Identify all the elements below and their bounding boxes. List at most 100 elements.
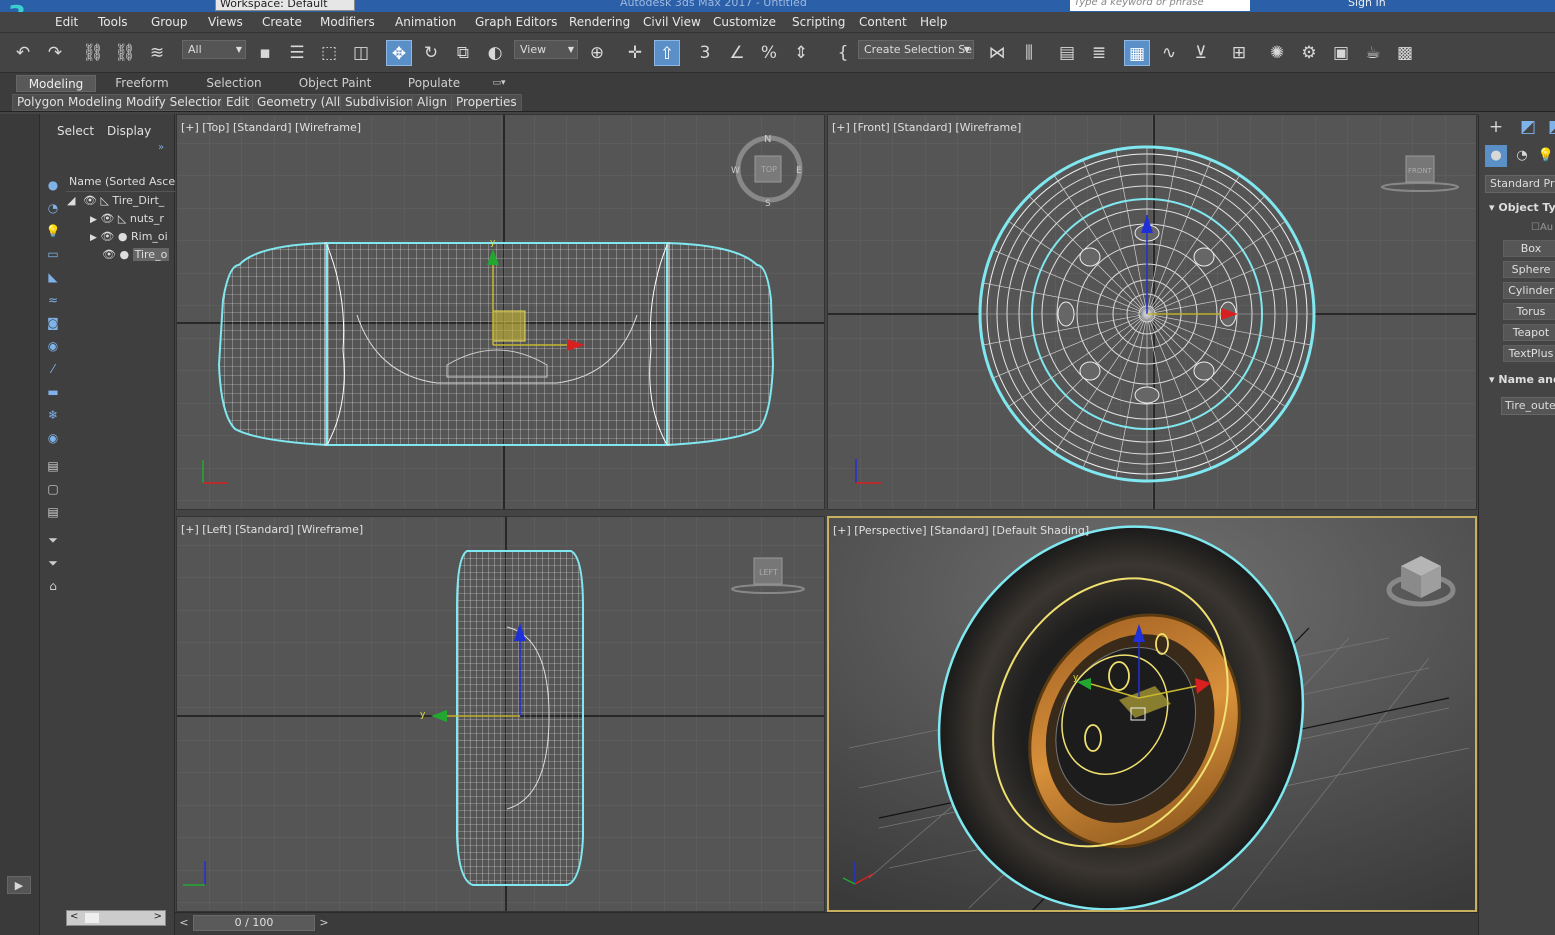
viewport-label-perspective[interactable]: [+] [Perspective] [Standard] [Default Sh… — [833, 524, 1089, 537]
viewport-front[interactable]: [+] [Front] [Standard] [Wireframe] FRONT — [827, 114, 1477, 510]
visibility-eye-icon[interactable]: 👁 — [100, 212, 114, 225]
geometry-category-icon[interactable]: ● — [1485, 145, 1507, 167]
viewport-perspective[interactable]: [+] [Perspective] [Standard] [Default Sh… — [827, 516, 1477, 912]
menu-views[interactable]: Views — [208, 15, 243, 29]
render-setup-icon[interactable]: ⚙ — [1296, 40, 1322, 66]
render-iterative-icon[interactable]: ▩ — [1392, 40, 1418, 66]
rectangular-selection-icon[interactable]: ⬚ — [316, 40, 342, 66]
select-manipulate-icon[interactable]: ✛ — [622, 40, 648, 66]
prev-frame-button[interactable]: < — [177, 915, 191, 931]
select-and-place-icon[interactable]: ◐ — [482, 40, 508, 66]
menu-scripting[interactable]: Scripting — [792, 15, 845, 29]
filter-frozen-icon[interactable]: ❄ — [44, 406, 62, 424]
filter-helpers-icon[interactable]: ◣ — [44, 268, 62, 286]
rollout-name-and-color[interactable]: ▾ Name and — [1489, 373, 1555, 386]
display-all-icon[interactable]: ▤ — [44, 457, 62, 475]
filter-bones-icon[interactable]: ⁄ — [44, 360, 62, 378]
scene-column-header[interactable]: Name (Sorted Ascen — [66, 172, 182, 192]
reference-coordinate-dropdown[interactable]: View ▼ — [514, 40, 578, 59]
next-frame-button[interactable]: > — [317, 915, 331, 931]
undo-icon[interactable]: ↶ — [10, 40, 36, 66]
display-invert-icon[interactable]: ▤ — [44, 503, 62, 521]
tab-selection[interactable]: Selection — [196, 75, 272, 92]
object-name-field[interactable]: Tire_outer — [1501, 397, 1555, 415]
tab-object-paint[interactable]: Object Paint — [292, 75, 378, 92]
expand-toolbar-icon[interactable]: » — [158, 142, 164, 153]
select-by-name-icon[interactable]: ☰ — [284, 40, 310, 66]
named-selection-set-dropdown[interactable]: Create Selection Se ▼ — [858, 40, 974, 59]
render-production-icon[interactable]: ☕ — [1360, 40, 1386, 66]
time-slider[interactable]: 0 / 100 — [193, 915, 315, 931]
filter-cameras-icon[interactable]: ▭ — [44, 245, 62, 263]
panel-subdivision[interactable]: Subdivision — [340, 94, 419, 111]
filter-shapes-icon[interactable]: ◔ — [44, 199, 62, 217]
layer-icon[interactable]: ⌂ — [44, 577, 62, 595]
angle-snap-icon[interactable]: ∠ — [724, 40, 750, 66]
menu-animation[interactable]: Animation — [395, 15, 456, 29]
tree-row-rim[interactable]: ▶ 👁 ● Rim_oi — [90, 230, 175, 243]
bind-space-warp-icon[interactable]: ≋ — [144, 40, 170, 66]
sphere-button[interactable]: Sphere — [1503, 261, 1555, 278]
pivot-center-icon[interactable]: ⊕ — [584, 40, 610, 66]
scroll-right-icon[interactable]: > — [154, 911, 162, 922]
box-button[interactable]: Box — [1503, 240, 1555, 257]
filter-containers-icon[interactable]: ▬ — [44, 383, 62, 401]
filter-geometry-icon[interactable]: ● — [44, 176, 62, 194]
modify-tab-icon[interactable]: ◩ — [1517, 116, 1539, 138]
scene-scrollbar[interactable]: < > — [66, 910, 166, 926]
viewport-top[interactable]: [+] [Top] [Standard] [Wireframe] y TOP N… — [176, 114, 825, 510]
lights-category-icon[interactable]: 💡 — [1535, 145, 1555, 167]
collapse-icon[interactable]: ◢ — [67, 194, 75, 207]
teapot-button[interactable]: Teapot — [1503, 324, 1555, 341]
menu-tools[interactable]: Tools — [98, 15, 128, 29]
visibility-eye-icon[interactable]: 👁 — [100, 230, 114, 243]
torus-button[interactable]: Torus — [1503, 303, 1555, 320]
expand-icon[interactable]: ▶ — [90, 215, 97, 225]
autogrid-checkbox[interactable]: ☐Au — [1531, 222, 1553, 233]
scroll-thumb[interactable] — [85, 913, 99, 923]
menu-graph-editors[interactable]: Graph Editors — [475, 15, 557, 29]
edit-named-selection-icon[interactable]: { — [830, 40, 856, 66]
menu-help[interactable]: Help — [920, 15, 947, 29]
viewport-label-front[interactable]: [+] [Front] [Standard] [Wireframe] — [832, 121, 1021, 134]
menu-create[interactable]: Create — [262, 15, 302, 29]
scene-explorer-toggle-icon[interactable]: ▤ — [1054, 40, 1080, 66]
expand-icon[interactable]: ▶ — [90, 233, 97, 243]
filter-hidden-icon[interactable]: ◉ — [44, 429, 62, 447]
create-tab-icon[interactable]: + — [1485, 116, 1507, 138]
workspace-dropdown[interactable]: Workspace: Default — [215, 0, 355, 11]
viewport-left[interactable]: [+] [Left] [Standard] [Wireframe] y LEFT — [176, 516, 825, 912]
align-icon[interactable]: ⫼ — [1016, 40, 1042, 66]
viewport-label-top[interactable]: [+] [Top] [Standard] [Wireframe] — [181, 121, 361, 134]
dope-sheet-icon[interactable]: ⊻ — [1188, 40, 1214, 66]
hierarchy-tab-icon[interactable]: ◩ — [1545, 116, 1555, 138]
select-and-scale-icon[interactable]: ⧉ — [450, 40, 476, 66]
tab-populate[interactable]: Populate — [398, 75, 470, 92]
panel-polygon-modeling[interactable]: Polygon Modeling — [12, 94, 128, 111]
textplus-button[interactable]: TextPlus — [1503, 345, 1555, 362]
keyboard-shortcut-override-icon[interactable]: ⇧ — [654, 40, 680, 66]
tab-freeform[interactable]: Freeform — [104, 75, 180, 92]
display-none-icon[interactable]: ▢ — [44, 480, 62, 498]
viewport-label-left[interactable]: [+] [Left] [Standard] [Wireframe] — [181, 523, 363, 536]
mirror-icon[interactable]: ⋈ — [984, 40, 1010, 66]
visibility-eye-icon[interactable]: 👁 — [102, 248, 116, 261]
menu-content[interactable]: Content — [859, 15, 907, 29]
unlink-icon[interactable]: ⛓ — [112, 40, 138, 66]
expand-panel-icon[interactable]: ▶ — [7, 876, 31, 894]
menu-edit[interactable]: Edit — [55, 15, 78, 29]
filter-lights-icon[interactable]: 💡 — [44, 222, 62, 240]
curve-editor-icon[interactable]: ∿ — [1156, 40, 1182, 66]
find-icon[interactable]: ⏷ — [44, 531, 62, 549]
shapes-category-icon[interactable]: ◔ — [1511, 145, 1533, 167]
scene-tab-select[interactable]: Select — [57, 124, 94, 138]
ribbon-options-icon[interactable]: ▭▾ — [486, 75, 512, 92]
select-and-rotate-icon[interactable]: ↻ — [418, 40, 444, 66]
select-object-icon[interactable]: ▪ — [252, 40, 278, 66]
scroll-left-icon[interactable]: < — [70, 911, 78, 922]
rollout-object-type[interactable]: ▾ Object Ty — [1489, 201, 1555, 214]
filter-xrefs-icon[interactable]: ◉ — [44, 337, 62, 355]
tree-row-tire-dirt[interactable]: ◢ 👁 ◺ Tire_Dirt_ — [67, 194, 175, 207]
menu-modifiers[interactable]: Modifiers — [320, 15, 375, 29]
visibility-eye-icon[interactable]: 👁 — [83, 194, 97, 207]
